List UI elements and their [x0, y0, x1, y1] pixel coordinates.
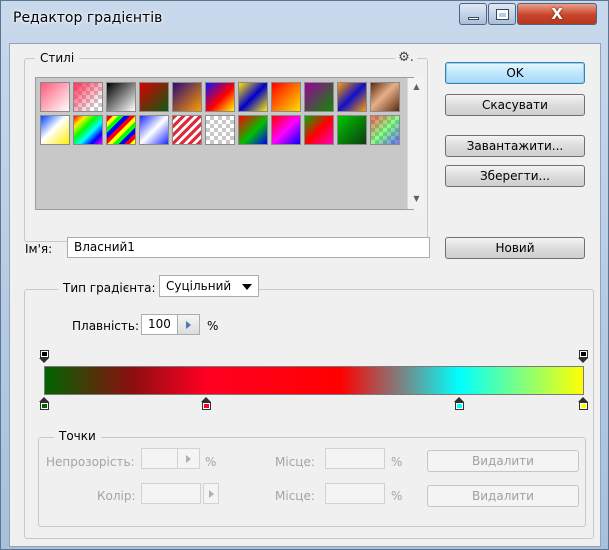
new-button[interactable]: Новий — [445, 237, 585, 259]
opacity-location-label: Місце: — [275, 455, 315, 469]
color-picker-button[interactable] — [203, 483, 219, 504]
gradient-preset-swatch[interactable] — [73, 82, 103, 112]
smoothness-label: Плавність: — [72, 319, 140, 333]
gradient-preset-swatch[interactable] — [205, 115, 235, 145]
gradient-preset-swatch[interactable] — [238, 115, 268, 145]
opacity-field[interactable] — [141, 448, 178, 469]
gradient-preset-swatch[interactable] — [337, 82, 367, 112]
delete-color-stop-button[interactable]: Видалити — [427, 485, 579, 507]
gradient-type-value: Суцільний — [166, 279, 232, 293]
title-bar[interactable]: Редактор градієнтів X — [1, 1, 608, 35]
gradient-preset-swatch[interactable] — [40, 115, 70, 145]
gradient-preset-swatch[interactable] — [205, 82, 235, 112]
gradient-preset-swatch[interactable] — [304, 115, 334, 145]
presets-legend: Стилі — [35, 51, 80, 65]
name-label: Ім'я: — [25, 242, 53, 256]
opacity-stop[interactable] — [39, 350, 50, 363]
gradient-preset-swatch[interactable] — [106, 82, 136, 112]
delete-opacity-stop-button[interactable]: Видалити — [427, 450, 579, 472]
opacity-label: Непрозорість: — [46, 455, 135, 469]
close-button[interactable]: X — [517, 3, 597, 25]
gradient-type-select[interactable]: Суцільний — [159, 275, 259, 297]
presets-well: ▲ ▼ — [35, 77, 424, 210]
gradient-preset-swatch[interactable] — [40, 82, 70, 112]
close-icon: X — [551, 5, 563, 23]
gradient-type-label: Тип градієнта: — [58, 281, 160, 295]
gradient-preset-swatch[interactable] — [370, 115, 400, 145]
name-field[interactable]: Власний1 — [67, 237, 430, 258]
color-stop[interactable] — [454, 397, 465, 410]
gear-icon[interactable]: ⚙. — [395, 50, 417, 66]
stops-legend: Точки — [54, 429, 101, 443]
gradient-preset-swatch[interactable] — [106, 115, 136, 145]
presets-scrollbar[interactable]: ▲ ▼ — [407, 78, 424, 209]
color-location-unit: % — [391, 489, 403, 503]
save-button[interactable]: Зберегти... — [445, 165, 585, 187]
gradient-preset-swatch[interactable] — [337, 115, 367, 145]
minimize-button[interactable] — [459, 3, 487, 25]
gradient-preset-swatch[interactable] — [271, 82, 301, 112]
color-stop[interactable] — [200, 397, 212, 410]
gradient-preset-swatch[interactable] — [304, 82, 334, 112]
gradient-preset-swatch[interactable] — [238, 82, 268, 112]
play-arrow-icon — [186, 455, 191, 463]
color-stop[interactable] — [578, 397, 589, 410]
ok-button[interactable]: OK — [445, 62, 585, 84]
opacity-location-unit: % — [391, 455, 403, 469]
presets-group: Стилі ⚙. ▲ ▼ — [24, 50, 428, 242]
smoothness-slider-button[interactable] — [177, 314, 200, 335]
opacity-stop[interactable] — [578, 350, 589, 363]
color-stop[interactable] — [39, 397, 50, 410]
color-location-field[interactable] — [325, 483, 385, 504]
gradient-preview-bar[interactable] — [44, 366, 584, 395]
color-swatch-field[interactable] — [141, 483, 201, 504]
gradient-preset-swatch[interactable] — [172, 115, 202, 145]
load-button[interactable]: Завантажити... — [445, 135, 585, 157]
smoothness-field[interactable]: 100 — [141, 314, 178, 335]
opacity-location-field[interactable] — [325, 448, 385, 469]
opacity-slider-button[interactable] — [177, 448, 200, 469]
gradient-preset-swatch[interactable] — [370, 82, 400, 112]
cancel-button[interactable]: Скасувати — [445, 94, 585, 116]
opacity-unit: % — [205, 455, 217, 469]
gradient-preset-swatch[interactable] — [139, 115, 169, 145]
scroll-up-arrow-icon[interactable]: ▲ — [408, 78, 425, 95]
dialog-client-area: Стилі ⚙. ▲ ▼ OK Скасувати Завантажити...… — [9, 43, 601, 547]
gradient-preset-swatch[interactable] — [172, 82, 202, 112]
maximize-icon — [496, 9, 509, 20]
gradient-editor-window: Редактор градієнтів X Стилі ⚙. ▲ ▼ OK Ск — [0, 0, 609, 550]
gradient-preset-swatch[interactable] — [139, 82, 169, 112]
play-arrow-icon — [209, 490, 214, 498]
play-arrow-icon — [186, 321, 191, 329]
color-label: Колір: — [97, 489, 136, 503]
color-location-label: Місце: — [275, 489, 315, 503]
scroll-down-arrow-icon[interactable]: ▼ — [408, 190, 425, 207]
maximize-button[interactable] — [488, 3, 516, 25]
gradient-preset-swatch[interactable] — [73, 115, 103, 145]
chevron-down-icon — [242, 284, 252, 290]
gradient-preset-swatch[interactable] — [271, 115, 301, 145]
smoothness-unit: % — [207, 319, 219, 333]
minimize-icon — [468, 17, 479, 20]
window-title: Редактор градієнтів — [13, 10, 163, 26]
